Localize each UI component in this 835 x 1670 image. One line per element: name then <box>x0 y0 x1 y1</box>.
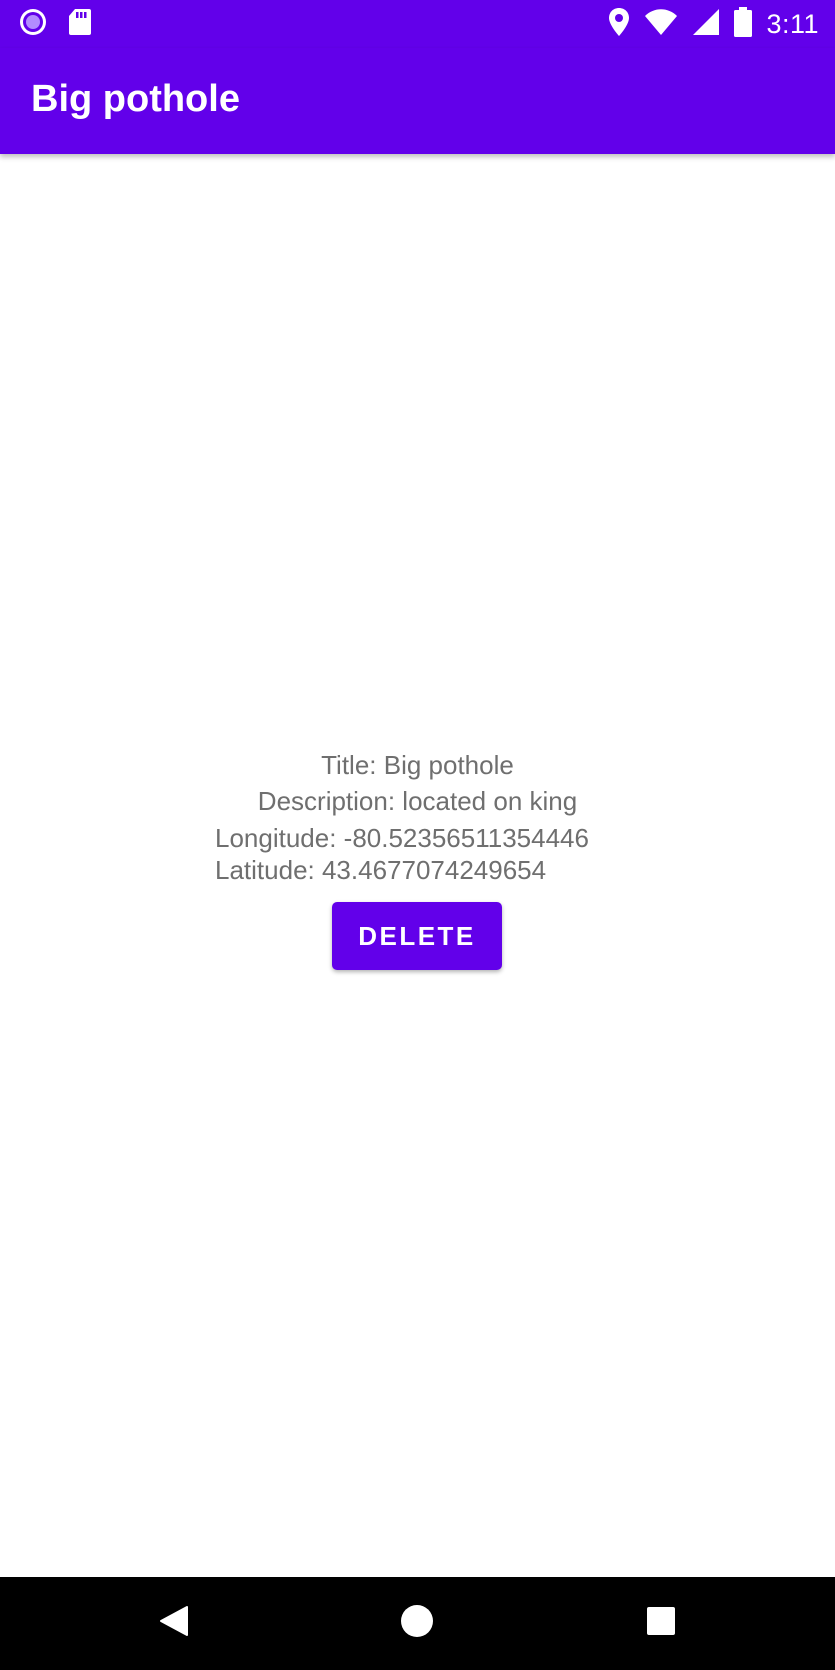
recents-icon <box>646 1606 676 1641</box>
status-left-icons <box>18 8 92 40</box>
status-time: 3:11 <box>766 8 819 39</box>
location-icon <box>608 7 630 42</box>
detail-description: Description: located on king <box>257 786 578 816</box>
status-right-icons: 3:11 <box>608 6 819 42</box>
screen: 3:11 Big pothole Title: Big pothole Desc… <box>0 0 835 1670</box>
detail-longitude: Longitude: -80.52356511354446 <box>215 823 589 853</box>
app-title: Big pothole <box>31 78 240 120</box>
detail-latitude: Latitude: 43.4677074249654 <box>215 855 547 885</box>
nav-home-button[interactable] <box>367 1577 467 1670</box>
detail-title: Title: Big pothole <box>321 750 514 780</box>
status-bar: 3:11 <box>0 0 835 48</box>
nav-recents-button[interactable] <box>611 1577 711 1670</box>
record-icon <box>18 7 48 42</box>
delete-button[interactable]: DELETE <box>332 902 502 970</box>
nav-back-button[interactable] <box>124 1577 224 1670</box>
navigation-bar <box>0 1577 835 1670</box>
app-bar: Big pothole <box>0 48 835 154</box>
wifi-icon <box>644 8 678 41</box>
sd-card-icon <box>68 8 92 41</box>
home-icon <box>400 1604 434 1643</box>
back-icon <box>157 1604 191 1643</box>
battery-icon <box>734 6 753 42</box>
signal-icon <box>692 8 720 41</box>
